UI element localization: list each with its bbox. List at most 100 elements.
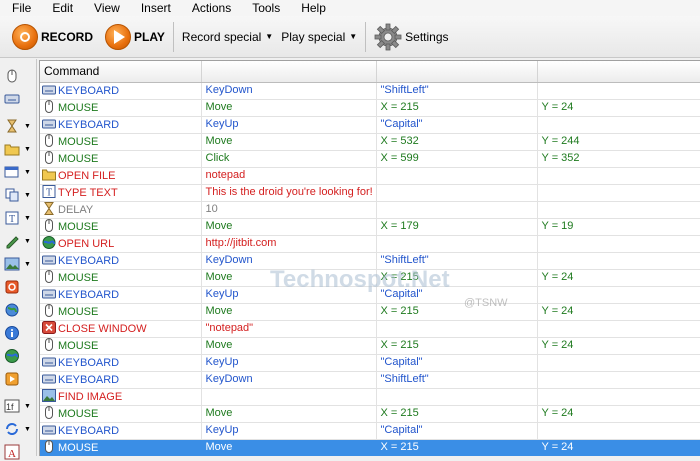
insert-run-button[interactable] [4,370,34,388]
command-label: FIND IMAGE [58,390,123,403]
menu-actions[interactable]: Actions [180,0,240,16]
command-label: MOUSE [58,152,99,165]
menu-view[interactable]: View [82,0,129,16]
table-row[interactable]: MOUSE Move X = 215 Y = 24 [40,99,700,117]
table-row[interactable]: KEYBOARD KeyDown "ShiftLeft" [40,82,700,100]
table-row[interactable]: MOUSE Click X = 599 Y = 352 [40,150,700,168]
table-row[interactable]: KEYBOARD KeyDown "ShiftLeft" [40,252,700,270]
table-row-selected[interactable]: MOUSE Move X = 215 Y = 24 [40,439,700,456]
play-special-label: Play special [281,29,346,44]
chevron-down-icon: ▼ [349,32,358,41]
insert-loop-button[interactable]: ▼ [4,420,34,438]
table-row[interactable]: OPEN FILE notepad [40,167,700,185]
cell-command: DELAY [40,201,202,219]
command-grid[interactable]: Command KEYBOARD KeyDown "ShiftLeft" MOUSE M… [39,60,700,456]
column-header-2[interactable] [201,61,377,83]
cell-command: MOUSE [40,269,202,287]
cell-param-1: KeyUp [201,422,377,440]
cell-param-2 [376,320,538,338]
column-header-command[interactable]: Command [40,61,202,83]
cell-param-2: "Capital" [376,422,538,440]
cell-param-1: KeyUp [201,286,377,304]
cell-param-2 [376,201,538,219]
mouse-icon [42,439,56,453]
column-header-3[interactable] [376,61,538,83]
command-label: MOUSE [58,407,99,420]
insert-file-button[interactable]: ▼ [4,140,34,158]
cell-param-2: "ShiftLeft" [376,252,538,270]
insert-mouse-button[interactable] [4,67,34,85]
chevron-down-icon: ▼ [24,145,31,153]
table-row[interactable]: KEYBOARD KeyUp "Capital" [40,354,700,372]
record-button[interactable]: RECORD [8,19,97,55]
cell-param-1 [201,388,377,406]
menu-edit[interactable]: Edit [40,0,82,16]
cell-param-3: Y = 24 [537,405,700,423]
insert-variable-button[interactable]: 1f ▼ [4,397,34,415]
cell-param-1: Click [201,150,377,168]
chevron-down-icon: ▼ [24,122,31,130]
play-special-dropdown[interactable]: Play special ▼ [277,30,361,44]
settings-button[interactable]: Settings [370,19,452,55]
keyboard-icon [42,117,56,130]
insert-web-button[interactable] [4,301,34,319]
cell-param-1: KeyDown [201,371,377,389]
table-row[interactable]: MOUSE Move X = 215 Y = 24 [40,337,700,355]
insert-url-button[interactable] [4,347,34,365]
cell-param-2: X = 215 [376,269,538,287]
command-label: KEYBOARD [58,254,120,267]
insert-stop-button[interactable] [4,278,34,296]
table-row[interactable]: FIND IMAGE [40,388,700,406]
menu-insert[interactable]: Insert [129,0,180,16]
insert-info-button[interactable] [4,324,34,342]
mouse-icon [42,150,56,164]
record-special-dropdown[interactable]: Record special ▼ [178,30,277,44]
insert-delay-button[interactable]: ▼ [4,117,34,135]
cell-param-1: Move [201,133,377,151]
table-row[interactable]: CLOSE WINDOW "notepad" [40,320,700,338]
stop-icon [5,280,19,294]
column-header-4[interactable] [537,61,700,83]
menu-help[interactable]: Help [289,0,335,16]
cell-command: MOUSE [40,337,202,355]
cell-command: MOUSE [40,133,202,151]
cell-param-3 [537,371,700,389]
table-row[interactable]: MOUSE Move X = 215 Y = 24 [40,269,700,287]
keyboard-icon [4,94,20,104]
insert-pen-button[interactable]: ▼ [4,232,34,250]
command-label: OPEN FILE [58,169,116,182]
cell-param-2 [376,184,538,202]
table-row[interactable]: KEYBOARD KeyDown "ShiftLeft" [40,371,700,389]
table-row[interactable]: OPEN URL http://jitbit.com [40,235,700,253]
settings-label: Settings [405,29,449,44]
mouse-icon [42,405,56,419]
loop-icon [6,423,18,435]
table-row[interactable]: KEYBOARD KeyUp "Capital" [40,422,700,440]
cell-param-3 [537,82,700,100]
window-icon [4,166,19,178]
mouse-icon [7,69,17,83]
insert-text-button[interactable]: T ▼ [4,209,34,227]
table-row[interactable]: MOUSE Move X = 532 Y = 244 [40,133,700,151]
command-label: MOUSE [58,441,99,454]
menu-file[interactable]: File [0,0,40,16]
table-row[interactable]: MOUSE Move X = 215 Y = 24 [40,303,700,321]
table-row[interactable]: KEYBOARD KeyUp "Capital" [40,116,700,134]
insert-clipboard-button[interactable]: ▼ [4,186,34,204]
table-row[interactable]: MOUSE Move X = 215 Y = 24 [40,405,700,423]
table-row[interactable]: T TYPE TEXT This is the droid you're looki… [40,184,700,202]
table-row[interactable]: KEYBOARD KeyUp "Capital" [40,286,700,304]
insert-image-button[interactable]: ▼ [4,255,34,273]
command-label: KEYBOARD [58,288,120,301]
cell-param-1: notepad [201,167,377,185]
insert-window-button[interactable]: ▼ [4,163,34,181]
menu-tools[interactable]: Tools [240,0,289,16]
insert-keyboard-button[interactable] [4,89,34,107]
chevron-down-icon: ▼ [265,32,274,41]
chevron-down-icon: ▼ [24,191,31,199]
play-button[interactable]: PLAY [101,19,169,55]
table-row[interactable]: MOUSE Move X = 179 Y = 19 [40,218,700,236]
insert-font-button[interactable]: A [4,443,34,461]
run-icon [5,372,19,386]
table-row[interactable]: DELAY 10 [40,201,700,219]
